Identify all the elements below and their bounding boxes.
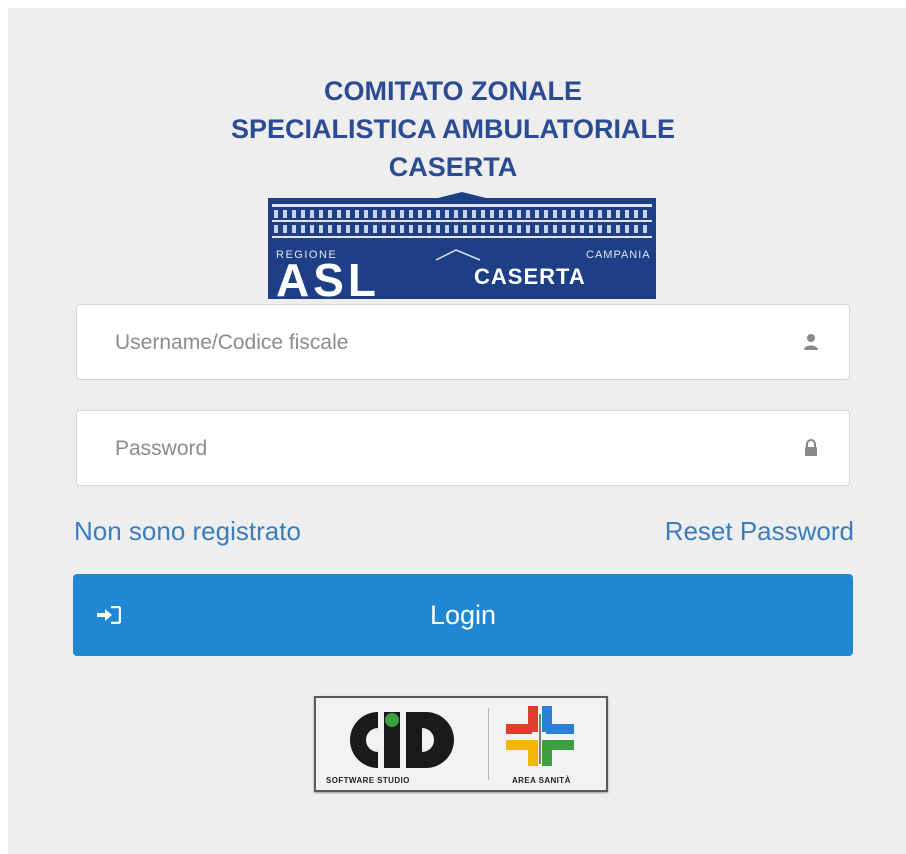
vendor-logo: SOFTWARE STUDIO AREA SANITÀ xyxy=(314,696,608,792)
username-field[interactable] xyxy=(76,304,850,381)
reset-password-link[interactable]: Reset Password xyxy=(665,516,854,547)
vendor-right-caption: AREA SANITÀ xyxy=(512,776,571,785)
logo-acronym: ASL xyxy=(276,254,380,299)
password-input[interactable] xyxy=(113,411,757,487)
title-line-2: SPECIALISTICA AMBULATORIALE xyxy=(231,114,675,144)
register-link[interactable]: Non sono registrato xyxy=(74,516,301,547)
title-line-1: COMITATO ZONALE xyxy=(324,76,582,106)
login-button[interactable]: Login xyxy=(73,574,853,656)
username-input[interactable] xyxy=(113,305,757,381)
area-sanita-logo xyxy=(506,706,574,766)
asl-caserta-logo: REGIONE CAMPANIA ASL CASERTA xyxy=(268,192,656,299)
login-button-label: Login xyxy=(429,600,497,630)
vendor-divider xyxy=(488,708,489,780)
page-title: COMITATO ZONALE SPECIALISTICA AMBULATORI… xyxy=(0,72,906,186)
user-icon xyxy=(804,334,818,350)
title-line-3: CASERTA xyxy=(388,152,518,182)
logo-region-right: CAMPANIA xyxy=(586,249,651,261)
vendor-left-caption: SOFTWARE STUDIO xyxy=(326,776,410,785)
logo-city: CASERTA xyxy=(474,264,586,289)
password-field[interactable] xyxy=(76,410,850,487)
lock-icon xyxy=(805,439,817,456)
software-studio-logo xyxy=(350,712,454,768)
